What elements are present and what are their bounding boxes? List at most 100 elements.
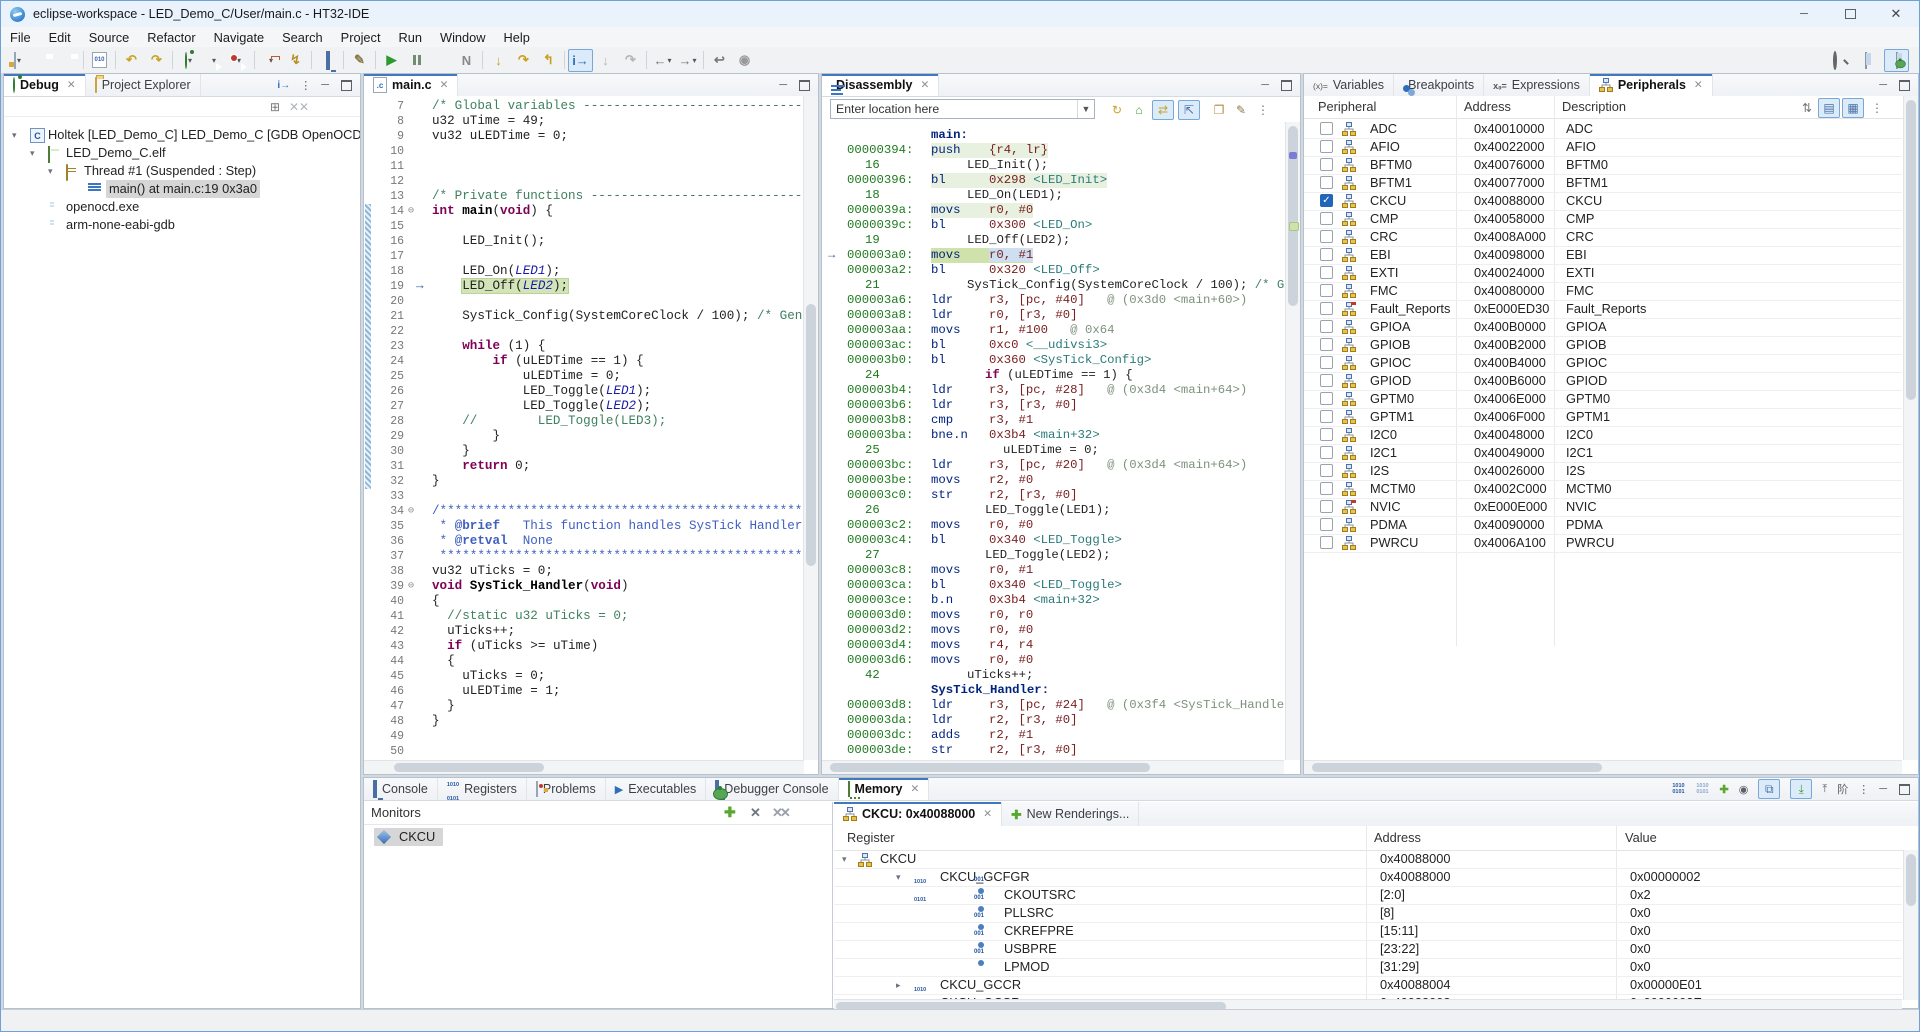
peripheral-checkbox[interactable]	[1320, 374, 1333, 387]
peripheral-row[interactable]: I2C10x40049000I2C1	[1304, 444, 1902, 463]
peripheral-row[interactable]: I2C00x40048000I2C0	[1304, 426, 1902, 445]
run-icon[interactable]: ▾	[201, 49, 226, 72]
code-line[interactable]: 38vu32 uTicks = 0;	[364, 564, 804, 579]
disassembly-row[interactable]: 000003d4:movsr4, r4	[822, 638, 1284, 653]
maximize-view-icon[interactable]	[341, 80, 352, 91]
table-view-icon[interactable]: ▤	[1818, 98, 1840, 118]
code-line[interactable]: 8u32 uTime = 49;	[364, 114, 804, 129]
memory-tab-ckcu-0x40088000[interactable]: CKCU: 0x40088000✕	[834, 802, 1002, 826]
code-line[interactable]: 21 SysTick_Config(SystemCoreClock / 100)…	[364, 309, 804, 324]
code-line[interactable]: 49	[364, 729, 804, 744]
peripheral-checkbox[interactable]	[1320, 176, 1333, 189]
code-line[interactable]: 37 *************************************…	[364, 549, 804, 564]
disassembly-row[interactable]: 24if (uLEDTime == 1) {	[822, 368, 1284, 383]
debug-tree-item[interactable]: ▾Thread #1 (Suspended : Step)	[4, 162, 360, 180]
expander-icon[interactable]: ▾	[896, 868, 906, 886]
code-line[interactable]: 23 while (1) {	[364, 339, 804, 354]
code-line[interactable]: 11	[364, 159, 804, 174]
menu-run[interactable]: Run	[390, 30, 431, 45]
code-line[interactable]: 42 uTicks++;	[364, 624, 804, 639]
peripheral-row[interactable]: EBI0x40098000EBI	[1304, 246, 1902, 265]
disassembly-row[interactable]: 000003ca:bl0x340 <LED_Toggle>	[822, 578, 1284, 593]
disassembly-row[interactable]: 000003dc:addsr2, #1	[822, 728, 1284, 743]
code-line[interactable]: 16 LED_Init();	[364, 234, 804, 249]
peripheral-checkbox[interactable]	[1320, 140, 1333, 153]
menu-edit[interactable]: Edit	[40, 30, 80, 45]
remove-monitor-icon[interactable]: ✕	[750, 805, 761, 821]
view-menu-icon[interactable]: ⋮	[300, 79, 311, 92]
menu-navigate[interactable]: Navigate	[205, 30, 274, 45]
view-as-icon[interactable]: i→	[277, 80, 290, 91]
open-element-icon[interactable]: ↯	[283, 49, 308, 72]
code-line[interactable]: 34⊖/************************************…	[364, 504, 804, 519]
instruction-stepping-icon[interactable]: i→	[568, 49, 593, 72]
fold-marker-icon[interactable]: ⊖	[408, 204, 414, 219]
bottom-tab-registers[interactable]: 10100101Registers	[438, 778, 527, 800]
link-with-debug-icon[interactable]: ⇄	[1152, 100, 1174, 120]
close-tab-icon[interactable]: ✕	[920, 79, 929, 91]
peripheral-checkbox[interactable]	[1320, 302, 1333, 315]
peripheral-row[interactable]: NVIC0xE000E000NVIC	[1304, 498, 1902, 517]
peripheral-checkbox[interactable]	[1320, 446, 1333, 459]
code-line[interactable]: 7/* Global variables -------------------…	[364, 99, 804, 114]
peripheral-row[interactable]: PDMA0x40090000PDMA	[1304, 516, 1902, 535]
search-icon[interactable]	[1822, 49, 1847, 72]
export-memory-icon[interactable]: ⤒	[1822, 783, 1827, 796]
code-line[interactable]: 19→ LED_Off(LED2);	[364, 279, 804, 294]
minimize-view-icon[interactable]: ─	[321, 79, 329, 91]
disassembly-row[interactable]: 000003b8:cmpr3, #1	[822, 413, 1284, 428]
pin-memory-icon[interactable]: ◉	[1739, 783, 1749, 796]
add-monitor-icon[interactable]: ✚	[724, 804, 736, 821]
code-line[interactable]: 10	[364, 144, 804, 159]
debug-tab-debug[interactable]: Debug✕	[4, 74, 86, 96]
peripheral-row[interactable]: CMP0x40058000CMP	[1304, 210, 1902, 229]
add-rendering-icon[interactable]: ✚	[1720, 783, 1729, 796]
close-button[interactable]: ✕	[1873, 1, 1919, 27]
menu-refactor[interactable]: Refactor	[138, 30, 204, 45]
redo-icon[interactable]: ↷	[144, 49, 169, 72]
column-address2[interactable]: Address	[1374, 830, 1421, 845]
code-line[interactable]: 44 {	[364, 654, 804, 669]
peripherals-hscrollbar[interactable]	[1304, 760, 1902, 774]
menu-file[interactable]: File	[1, 30, 40, 45]
peripheral-checkbox[interactable]	[1320, 284, 1333, 297]
column-value[interactable]: Value	[1625, 830, 1657, 845]
code-line[interactable]: 28 // LED_Toggle(LED3);	[364, 414, 804, 429]
code-line[interactable]: 14⊖int main(void) {	[364, 204, 804, 219]
forward-icon[interactable]: →▾	[675, 49, 700, 72]
peripheral-checkbox[interactable]	[1320, 428, 1333, 441]
peripheral-row[interactable]: MCTM00x4002C000MCTM0	[1304, 480, 1902, 499]
disassembly-row[interactable]: 000003c2:movsr0, #0	[822, 518, 1284, 533]
save-icon[interactable]	[30, 49, 55, 72]
disassembly-row[interactable]: 42uTicks++;	[822, 668, 1284, 683]
menu-help[interactable]: Help	[495, 30, 539, 45]
register-row[interactable]: CKOUTSRC[2:0]0x2	[834, 886, 1902, 905]
disassembly-row[interactable]: 000003ba:bne.n0x3b4 <main+32>	[822, 428, 1284, 443]
disassembly-row[interactable]: 000003aa:movsr1, #100 @ 0x64	[822, 323, 1284, 338]
register-row[interactable]: ▾CKCU0x40088000	[834, 850, 1902, 869]
peripheral-checkbox[interactable]	[1320, 248, 1333, 261]
bottom-tab-console[interactable]: Console	[364, 778, 438, 800]
new-memory-view-icon[interactable]: 10100101	[1672, 783, 1686, 795]
link-memory-icon[interactable]: ⧉	[1758, 779, 1780, 799]
code-line[interactable]: 41 //static u32 uTicks = 0;	[364, 609, 804, 624]
code-line[interactable]: 47 }	[364, 699, 804, 714]
tree-view-icon[interactable]: ▦	[1842, 98, 1864, 118]
run-config-icon[interactable]: ▾	[226, 49, 251, 72]
minimize-view-icon[interactable]: ─	[779, 79, 787, 91]
code-line[interactable]: 33	[364, 489, 804, 504]
code-line[interactable]: 22	[364, 324, 804, 339]
peripheral-checkbox[interactable]	[1320, 338, 1333, 351]
maximize-view-icon[interactable]	[799, 80, 810, 91]
peripheral-row[interactable]: ADC0x40010000ADC	[1304, 120, 1902, 139]
fold-marker-icon[interactable]: ⊖	[408, 504, 414, 519]
column-description[interactable]: Description	[1562, 99, 1626, 114]
disassembly-row[interactable]: 0000039a:movsr0, #0	[822, 203, 1284, 218]
column-register[interactable]: Register	[847, 830, 895, 845]
expander-icon[interactable]: ▾	[48, 162, 58, 180]
peripheral-row[interactable]: GPIOC0x400B4000GPIOC	[1304, 354, 1902, 373]
minimize-view-icon[interactable]: ─	[1879, 783, 1887, 795]
expander-icon[interactable]: ▾	[12, 126, 22, 144]
dropdown-arrow-icon[interactable]: ▾	[667, 56, 671, 65]
expander-icon[interactable]: ▾	[30, 144, 40, 162]
